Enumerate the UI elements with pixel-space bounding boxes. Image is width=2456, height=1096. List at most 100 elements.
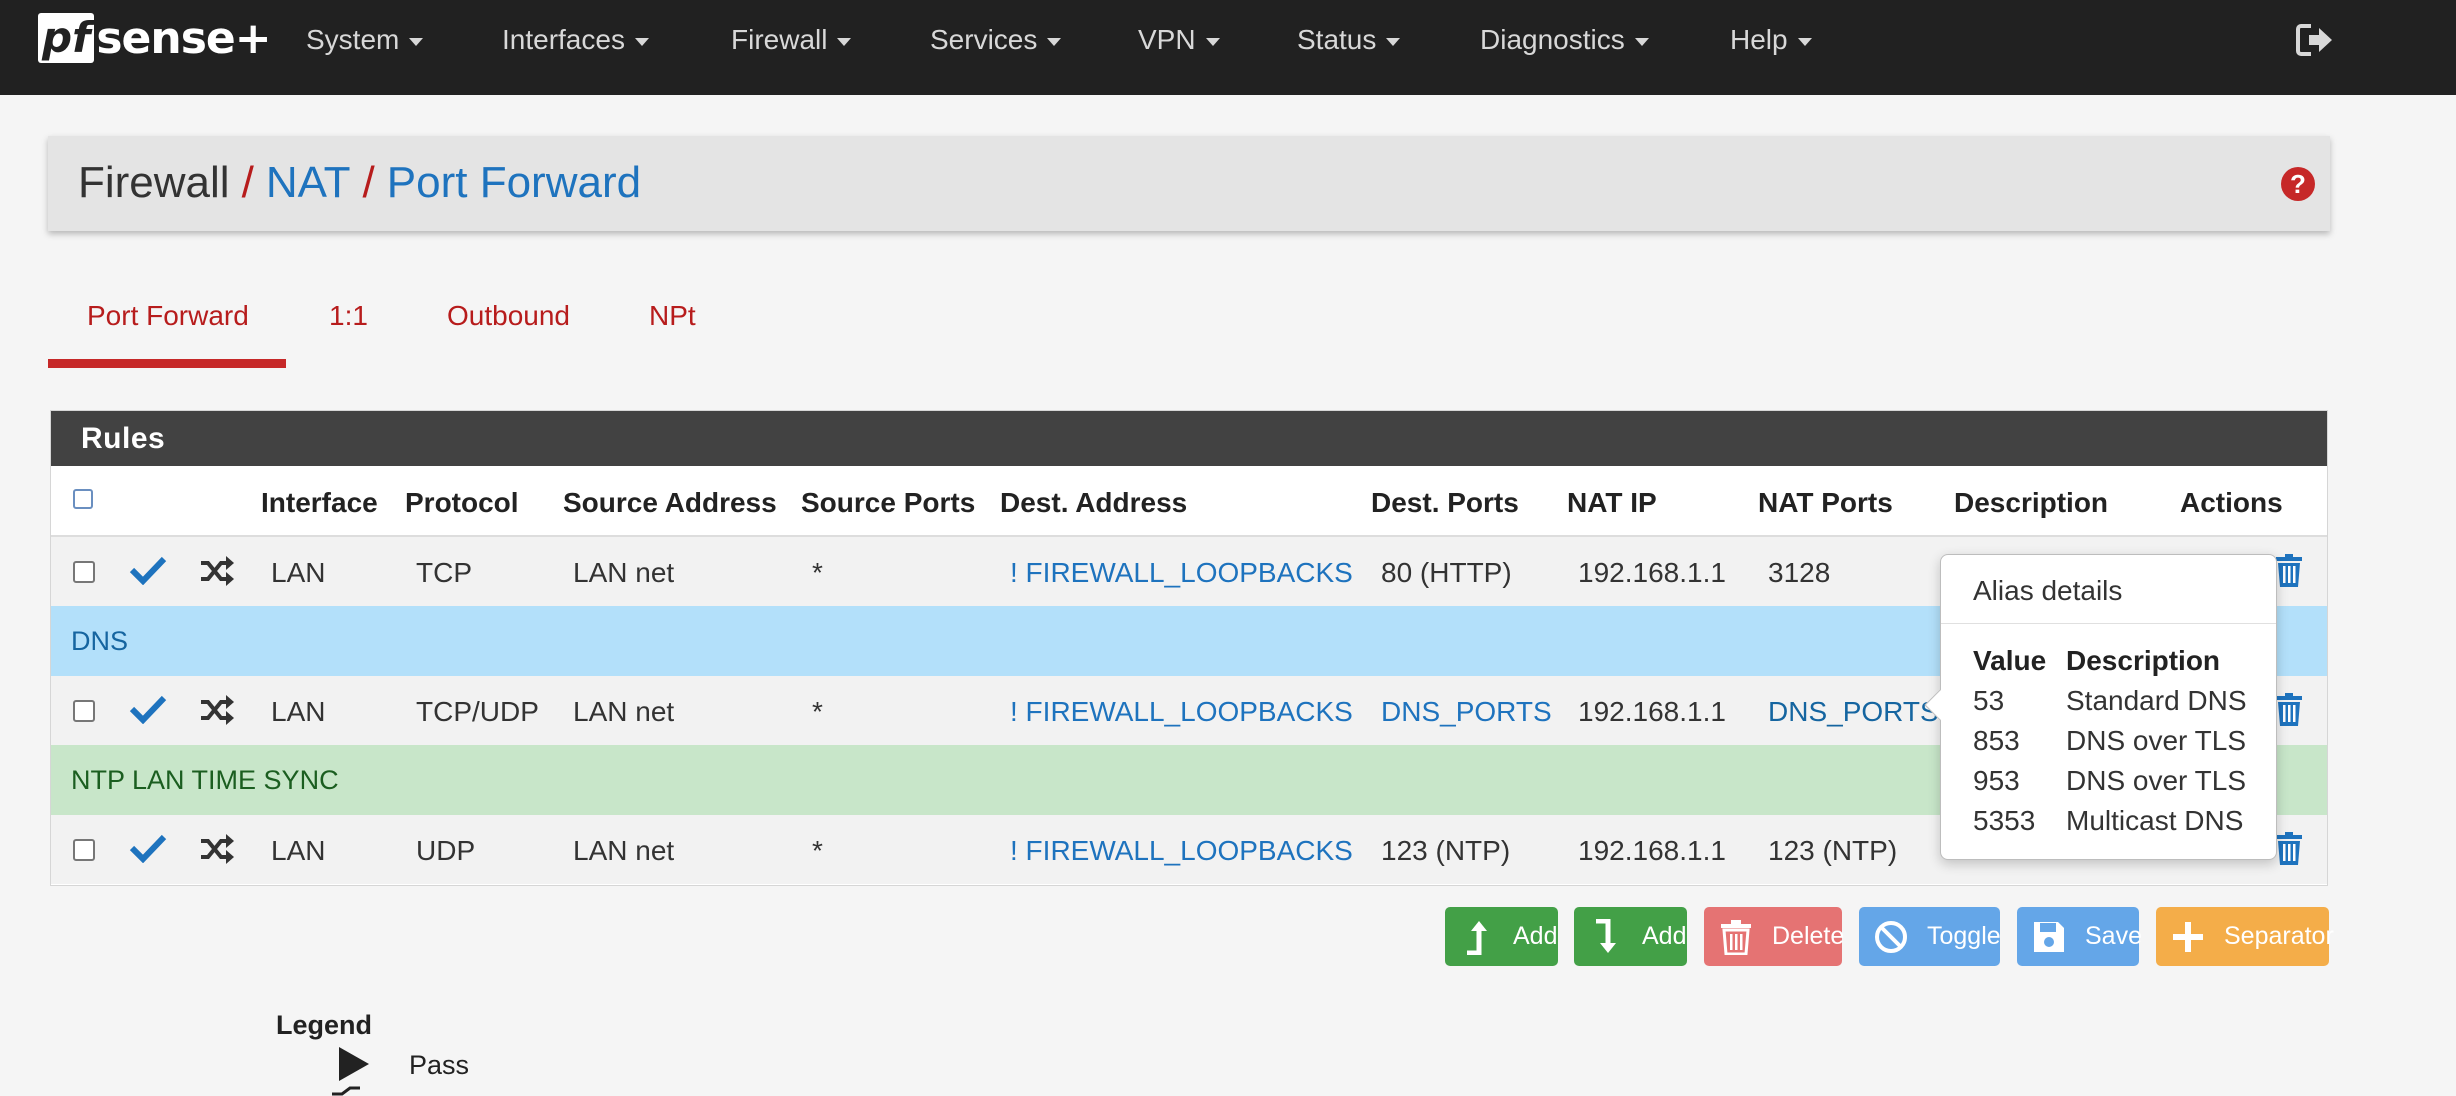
breadcrumb-panel: Firewall / NAT / Port Forward ? [48,136,2330,231]
popover-col-description: Description [2066,645,2221,676]
menu-system[interactable]: System [306,24,424,56]
rules-panel-title: Rules [51,411,2327,466]
top-navbar: pf sense+ System Interfaces Firewall Ser… [0,0,2456,95]
menu-help[interactable]: Help [1730,24,1812,56]
add-bottom-label: Add [1642,922,1687,950]
breadcrumb-firewall: Firewall [78,158,230,207]
caret-down-icon [1386,37,1401,46]
cell-interface: LAN [271,557,326,588]
tab-1-1[interactable]: 1:1 [329,300,368,332]
check-icon[interactable] [129,833,167,863]
cell-dest-ports-link[interactable]: DNS_PORTS [1381,696,1552,728]
caret-down-icon [634,37,649,46]
menu-interfaces-label: Interfaces [502,24,625,55]
row-checkbox[interactable] [73,561,95,583]
plus-icon [2173,921,2203,952]
cell-dest-address-link[interactable]: ! FIREWALL_LOOPBACKS [1010,696,1353,728]
cell-source-ports: * [812,557,823,588]
popover-title: Alias details [1973,575,2123,606]
help-icon[interactable]: ? [2281,167,2315,201]
row-checkbox[interactable] [73,700,95,722]
caret-down-icon [409,37,424,46]
breadcrumb-separator: / [362,158,375,207]
col-header-dest-ports[interactable]: Dest. Ports [1371,487,1519,519]
col-header-source-ports[interactable]: Source Ports [801,487,975,519]
check-icon[interactable] [129,694,167,724]
cell-dest-address-link[interactable]: ! FIREWALL_LOOPBACKS [1010,557,1353,589]
caret-down-icon [1205,37,1220,46]
add-top-label: Add [1513,922,1558,950]
cell-nat-ports-link[interactable]: DNS_PORTS [1768,696,1939,728]
legend-title: Legend [276,1010,373,1040]
alias-details-popover: Alias details Value Description 53 Stand… [1924,554,2277,860]
alias-description: DNS over TLS [2066,765,2246,796]
cell-dest-address-link[interactable]: ! FIREWALL_LOOPBACKS [1010,835,1353,867]
arrow-up-turn-icon [1467,920,1487,955]
alias-description: Standard DNS [2066,685,2247,716]
col-header-actions: Actions [2180,487,2283,518]
cell-source-ports: * [812,835,823,866]
trash-icon [1721,919,1751,955]
cell-source-ports: * [812,696,823,727]
menu-help-label: Help [1730,24,1788,55]
col-header-description[interactable]: Description [1954,487,2108,519]
cell-protocol: UDP [416,835,476,866]
arrow-down-turn-icon [1596,918,1616,953]
col-header-protocol[interactable]: Protocol [405,487,519,519]
menu-interfaces[interactable]: Interfaces [502,24,649,56]
trash-icon[interactable] [2275,832,2303,866]
breadcrumb-nat-link[interactable]: NAT [266,158,351,207]
cell-protocol: TCP/UDP [416,696,539,727]
breadcrumb-port-forward-link[interactable]: Port Forward [387,158,641,207]
breadcrumb-separator: / [241,158,254,207]
alias-description: DNS over TLS [2066,725,2246,756]
shuffle-icon [201,556,234,586]
caret-down-icon [1634,37,1649,46]
delete-button[interactable]: Delete [1704,907,1844,966]
menu-services[interactable]: Services [930,24,1062,56]
menu-status[interactable]: Status [1297,24,1401,56]
separator-button[interactable]: Separator [2156,907,2334,966]
sign-out-icon[interactable] [2295,22,2335,58]
toggle-button[interactable]: Toggle [1859,907,2001,966]
shuffle-icon [201,834,234,864]
col-header-source-address[interactable]: Source Address [563,487,777,519]
add-top-button[interactable]: Add [1445,907,1558,966]
alias-value: 5353 [1973,805,2036,836]
tab-outbound[interactable]: Outbound [447,300,570,332]
menu-vpn-label: VPN [1138,24,1196,55]
menu-diagnostics-label: Diagnostics [1480,24,1625,55]
pfsense-logo[interactable]: pf sense+ [38,10,272,66]
col-header-nat-ports[interactable]: NAT Ports [1758,487,1893,519]
logo-wordmark: sense+ [96,12,271,64]
alias-value: 853 [1973,725,2020,756]
menu-diagnostics[interactable]: Diagnostics [1480,24,1649,56]
active-tab-indicator [48,359,286,368]
col-header-dest-address[interactable]: Dest. Address [1000,487,1187,519]
select-all-checkbox[interactable] [73,489,93,509]
trash-icon[interactable] [2275,693,2303,727]
tab-port-forward[interactable]: Port Forward [87,300,249,332]
cell-nat-ip: 192.168.1.1 [1578,835,1726,866]
menu-status-label: Status [1297,24,1377,55]
col-header-nat-ip[interactable]: NAT IP [1567,487,1657,519]
menu-vpn[interactable]: VPN [1138,24,1220,56]
floppy-disk-icon [2034,921,2064,952]
add-bottom-button[interactable]: Add [1574,907,1687,966]
legend-pass-label: Pass [409,1050,470,1080]
save-button[interactable]: Save [2017,907,2142,966]
check-icon[interactable] [129,555,167,585]
logo-pf-mark: pf [38,13,95,63]
row-checkbox[interactable] [73,839,95,861]
cell-nat-ports: 3128 [1768,557,1831,588]
trash-icon[interactable] [2275,554,2303,588]
tab-npt[interactable]: NPt [649,300,696,332]
alias-description: Multicast DNS [2066,805,2244,836]
shuffle-icon [201,695,234,725]
col-header-interface[interactable]: Interface [261,487,378,519]
caret-down-icon [1797,37,1812,46]
cell-nat-ports: 123 (NTP) [1768,835,1898,866]
ban-icon [1875,920,1907,953]
cell-protocol: TCP [416,557,472,588]
menu-firewall[interactable]: Firewall [731,24,852,56]
